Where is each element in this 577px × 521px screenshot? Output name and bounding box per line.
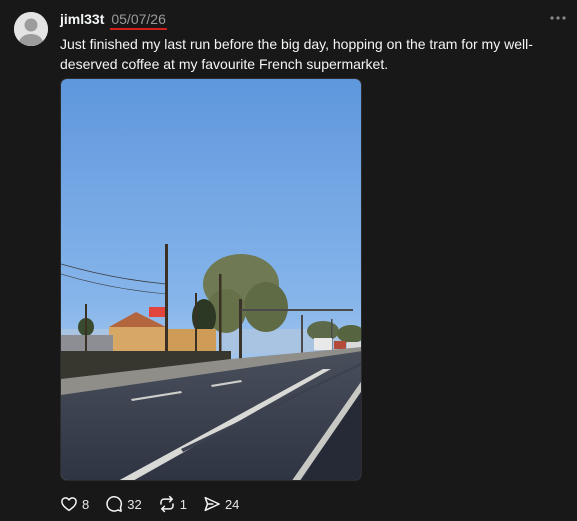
reply-button[interactable]: 32 xyxy=(105,495,142,513)
repost-button[interactable]: 1 xyxy=(158,495,187,513)
more-horizontal-icon xyxy=(550,16,566,20)
avatar[interactable] xyxy=(14,12,48,46)
like-button[interactable]: 8 xyxy=(60,495,89,513)
share-button[interactable]: 24 xyxy=(203,495,239,513)
more-options-button[interactable] xyxy=(548,8,568,28)
send-icon xyxy=(204,496,220,512)
action-bar: 8 32 1 24 xyxy=(60,494,255,514)
like-count: 8 xyxy=(82,496,90,512)
reply-count: 32 xyxy=(127,496,142,512)
default-avatar-icon xyxy=(14,12,48,46)
repost-icon xyxy=(159,495,174,513)
repost-count: 1 xyxy=(179,496,187,512)
username[interactable]: jiml33t xyxy=(60,11,104,27)
timestamp[interactable]: 05/07/26 xyxy=(110,11,167,30)
heart-icon xyxy=(61,497,77,512)
post-photo[interactable] xyxy=(60,78,362,481)
share-count: 24 xyxy=(224,496,240,512)
comment-bubble-icon xyxy=(106,496,123,512)
post-text: Just finished my last run before the big… xyxy=(60,36,533,72)
post-header: jiml33t 05/07/26 xyxy=(60,11,167,30)
street-photo-image xyxy=(61,79,361,480)
post: jiml33t 05/07/26 Just finished my last r… xyxy=(0,0,577,521)
